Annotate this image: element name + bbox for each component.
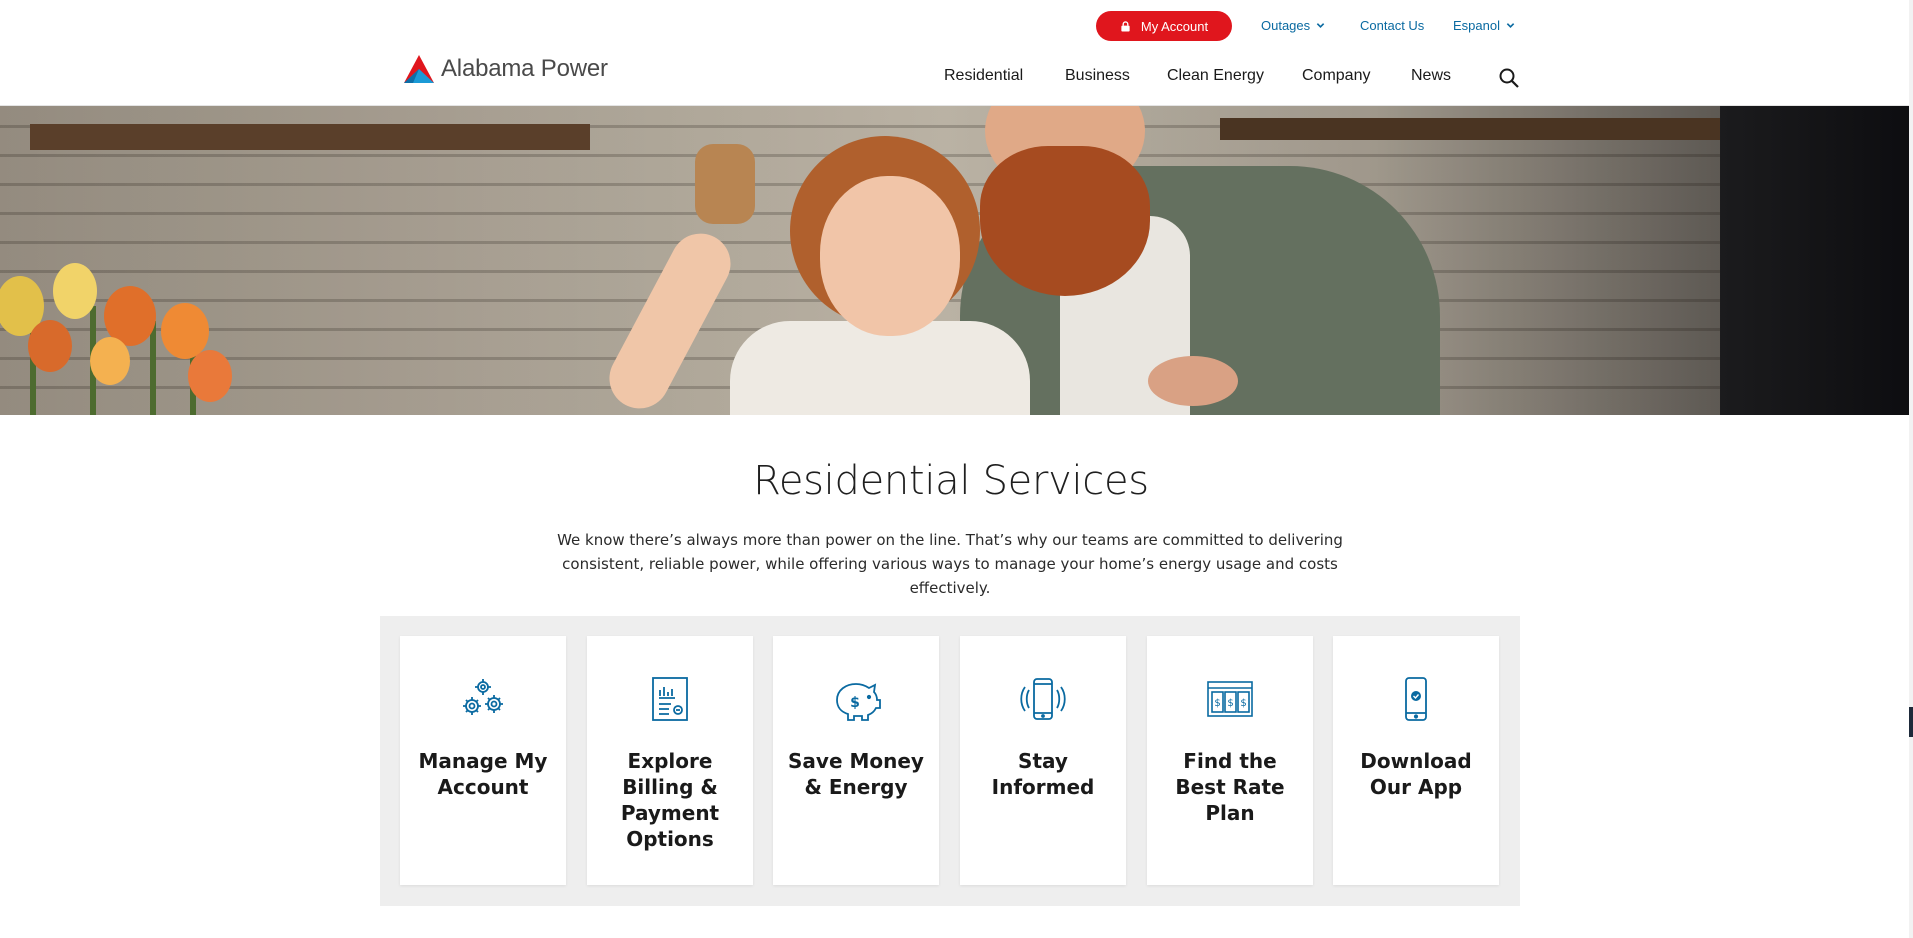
outages-label: Outages — [1261, 18, 1311, 33]
my-account-label: My Account — [1140, 18, 1209, 34]
language-menu[interactable]: Espanol — [1453, 18, 1515, 33]
nav-clean-energy[interactable]: Clean Energy — [1167, 67, 1264, 85]
card-label: Download Our App — [1360, 749, 1472, 799]
card-label: Save Money & Energy — [788, 749, 924, 799]
search-icon[interactable] — [1498, 67, 1520, 89]
piggy-bank-icon: $ — [836, 683, 881, 721]
mobile-app-icon — [1405, 677, 1427, 721]
chevron-down-icon — [1506, 23, 1515, 28]
card-label: Manage My Account — [418, 749, 548, 799]
nav-company[interactable]: Company — [1302, 67, 1370, 85]
nav-news[interactable]: News — [1411, 67, 1451, 85]
svg-text:$: $ — [850, 695, 860, 711]
nav-residential[interactable]: Residential — [944, 67, 1023, 85]
outages-menu[interactable]: Outages — [1261, 18, 1325, 33]
brand-name: Alabama Power — [441, 55, 608, 82]
card-manage-account[interactable]: Manage My Account — [400, 636, 566, 885]
card-label: Stay Informed — [991, 749, 1095, 799]
intro-text: We know there’s always more than power o… — [557, 531, 1343, 597]
card-rate-plan[interactable]: $ $ $ Find the Best Rate Plan — [1147, 636, 1313, 885]
contact-us-label: Contact Us — [1360, 18, 1425, 33]
card-download-app[interactable]: Download Our App — [1333, 636, 1499, 885]
contact-us-link[interactable]: Contact Us — [1360, 18, 1424, 33]
hero-image — [0, 106, 1913, 415]
card-billing-payment[interactable]: Explore Billing & Payment Options — [587, 636, 753, 885]
card-save-money[interactable]: $ Save Money & Energy — [773, 636, 939, 885]
scrollbar-thumb[interactable] — [1909, 707, 1913, 737]
services-grid: Manage My Account Explore Billing & Paym… — [380, 616, 1520, 906]
svg-text:$: $ — [1240, 698, 1246, 709]
main-nav: Alabama Power Residential Business Clean… — [0, 41, 1913, 106]
nav-business[interactable]: Business — [1065, 67, 1130, 85]
alabama-power-logo[interactable]: Alabama Power — [403, 54, 608, 84]
bill-document-icon — [652, 677, 688, 721]
page-title: Residential Services — [753, 458, 1149, 504]
lock-icon — [1121, 20, 1130, 32]
utility-bar: My Account Outages Contact Us Espanol — [0, 11, 1913, 41]
phone-vibrate-icon — [1020, 678, 1066, 720]
rate-plan-icon: $ $ $ — [1207, 681, 1253, 717]
card-label: Find the Best Rate Plan — [1175, 749, 1285, 825]
tulips-illustration — [0, 263, 232, 415]
card-label: Explore Billing & Payment Options — [620, 749, 720, 851]
logo-triangle-icon — [404, 55, 434, 83]
page-scrollbar[interactable] — [1909, 0, 1913, 938]
my-account-button[interactable]: My Account — [1096, 11, 1232, 41]
svg-text:$: $ — [1214, 698, 1220, 709]
card-stay-informed[interactable]: Stay Informed — [960, 636, 1126, 885]
svg-text:$: $ — [1227, 698, 1233, 709]
chevron-down-icon — [1316, 23, 1325, 28]
language-label: Espanol — [1453, 18, 1500, 33]
gears-icon — [463, 679, 503, 715]
